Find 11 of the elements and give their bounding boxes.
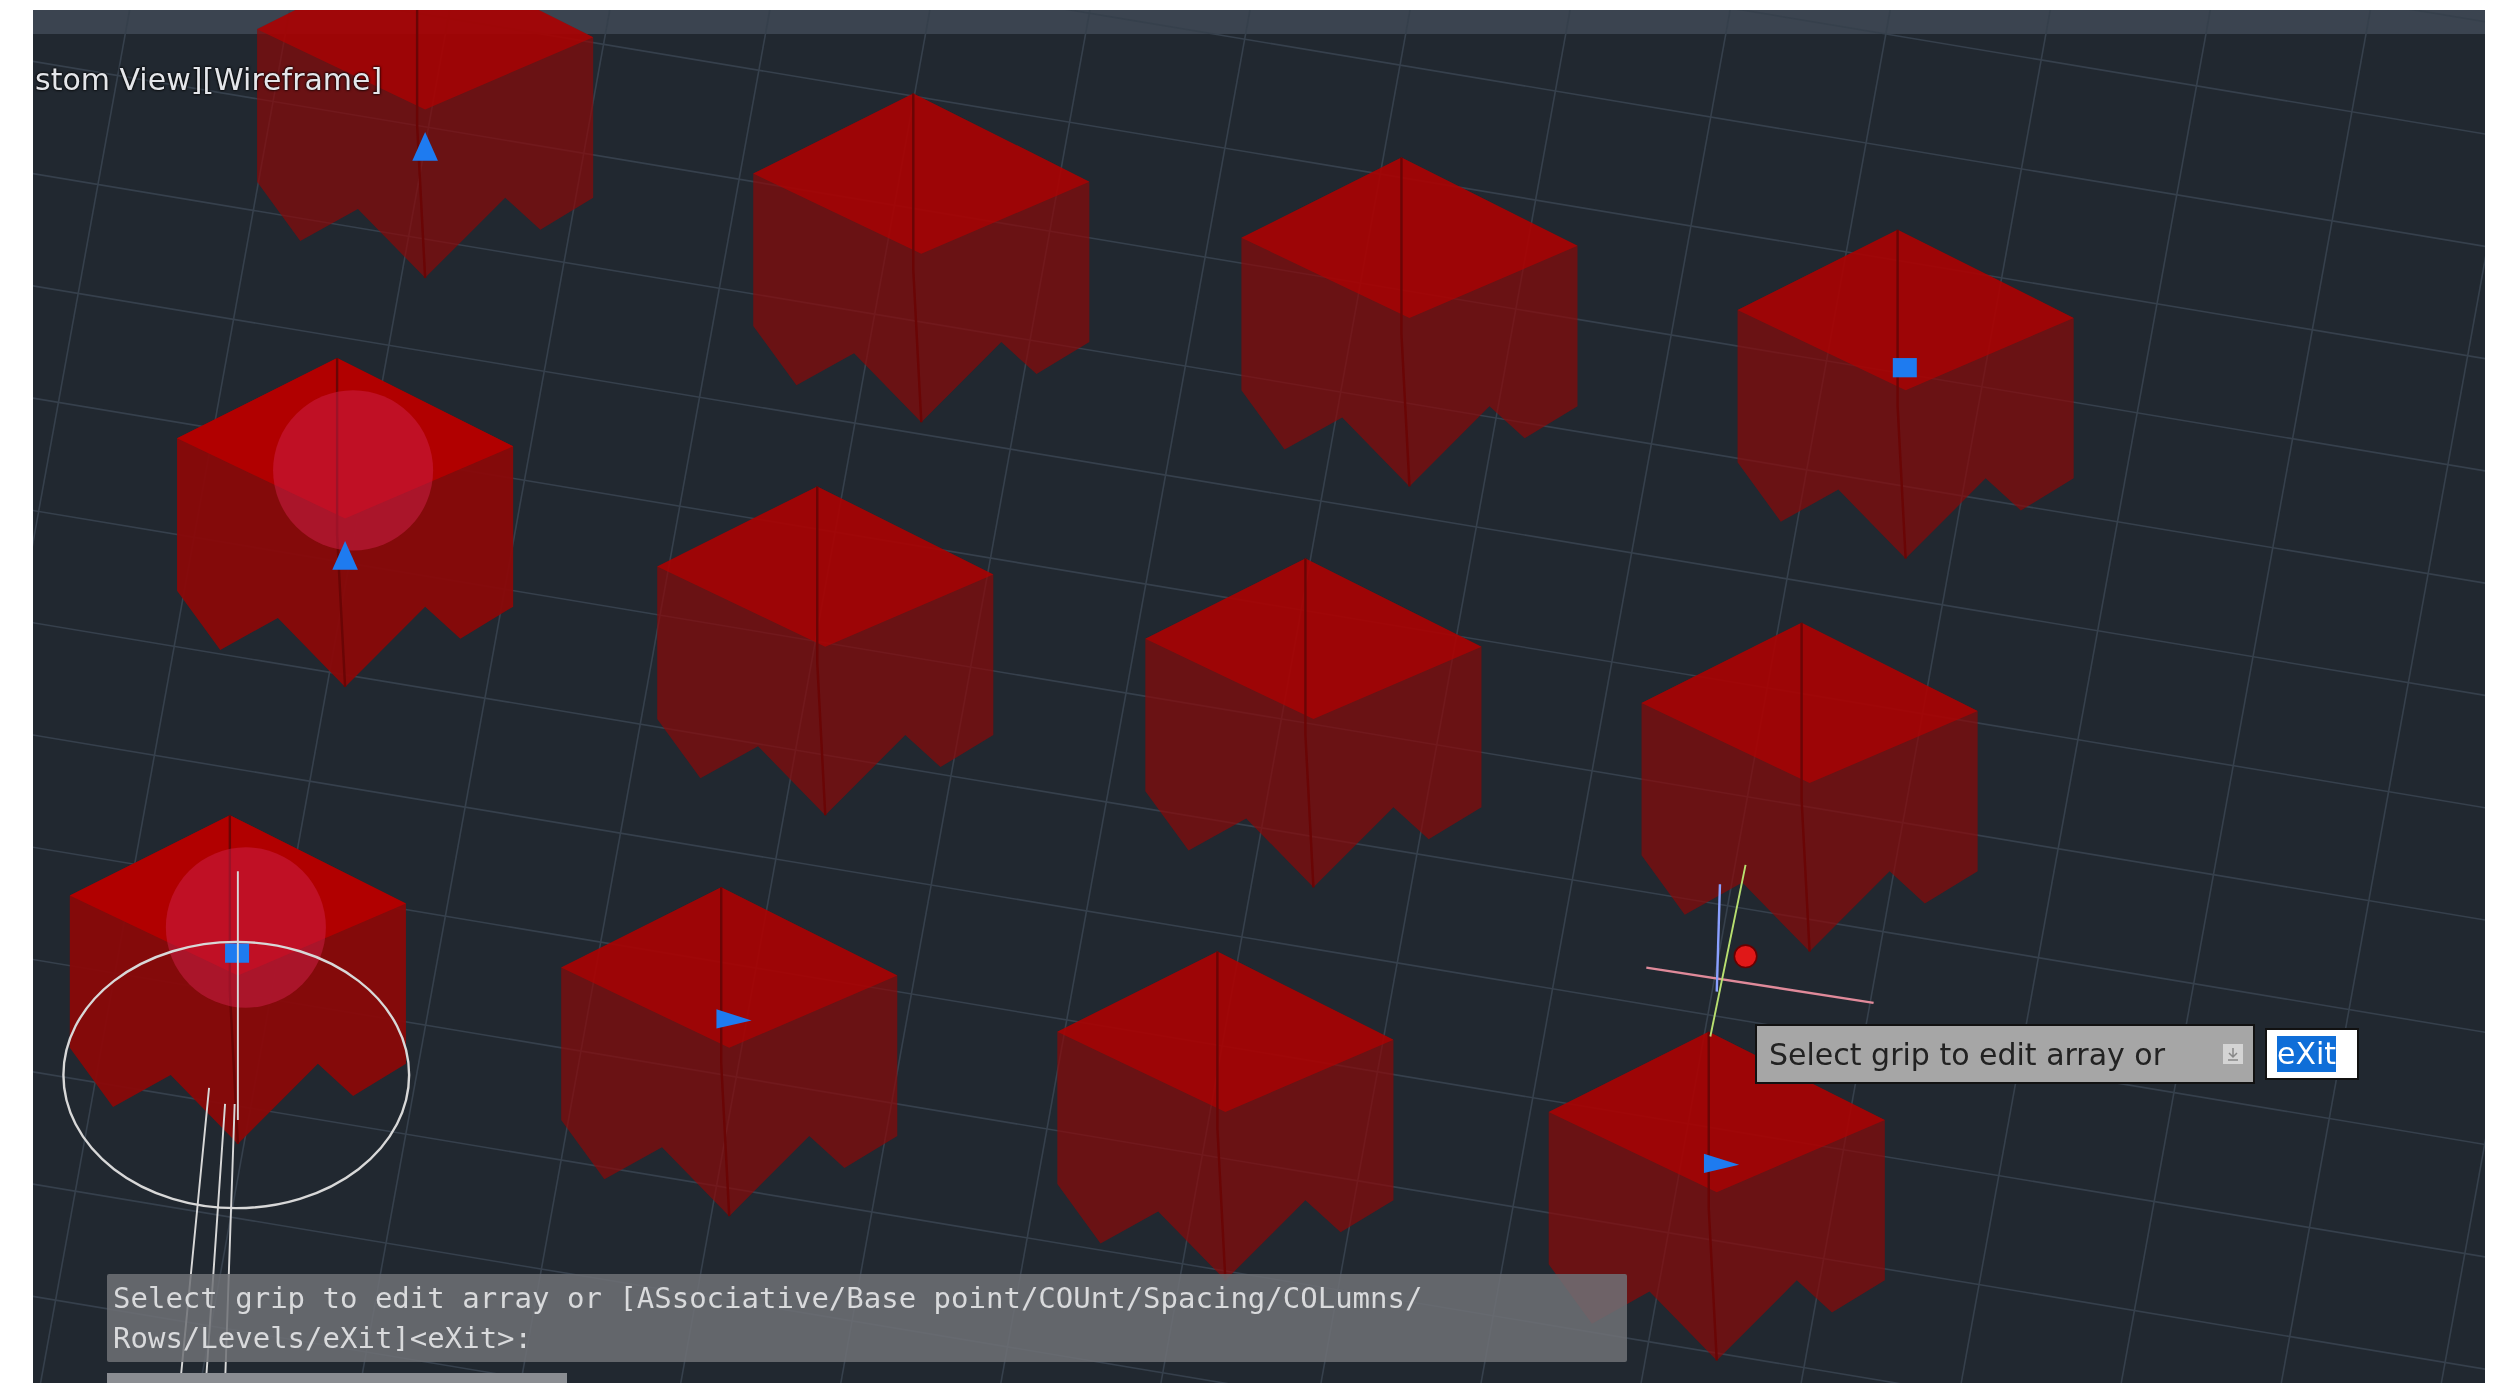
crosshair-cursor-icon <box>1646 863 1874 1038</box>
command-text: Rows/Levels/eXit]<eXit>: <box>113 1320 534 1357</box>
grip-triangle-icon[interactable] <box>716 1009 752 1029</box>
option-field[interactable]: eXit <box>2265 1028 2359 1080</box>
grip-triangle-icon[interactable] <box>412 131 438 161</box>
command-text: Select grip to edit array or [ASsociative/Base point/COUnt/Spacing/COLumns/ <box>113 1280 1424 1317</box>
grip-tooltip: Select grip to edit array or <box>1755 1024 2255 1084</box>
grip-triangle-icon[interactable] <box>332 540 358 570</box>
grip-triangle-icon[interactable] <box>1703 1153 1740 1173</box>
command-input-field[interactable] <box>107 1373 567 1383</box>
grip-square-icon[interactable] <box>1892 358 1917 378</box>
